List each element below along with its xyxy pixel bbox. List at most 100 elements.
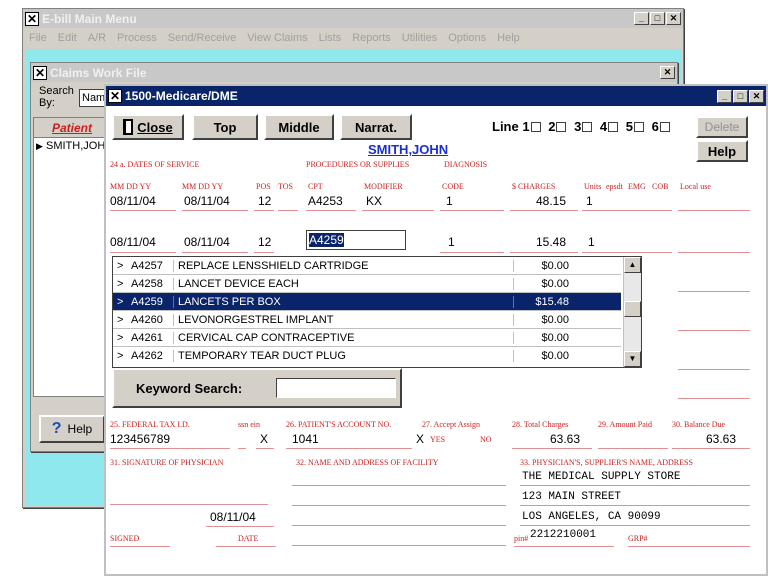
yes-mark[interactable]: X [416,432,424,446]
scroll-down-icon[interactable]: ▼ [624,351,641,367]
line1-charges[interactable]: 48.15 [536,194,566,208]
dropdown-item[interactable]: > A4257 REPLACE LENSSHIELD CARTRIDGE $0.… [113,257,621,275]
claims-titlebar[interactable]: ✕ Claims Work File ✕ [31,63,677,82]
delete-button[interactable]: Delete [696,116,748,138]
cpt-label: CPT [308,182,323,191]
line1-modifier[interactable]: KX [366,194,382,208]
ssn-ein-label: ssn ein [238,420,260,429]
maximize-icon[interactable]: □ [733,89,748,103]
top-button[interactable]: Top [192,114,258,140]
grp-label: GRP# [628,534,648,543]
to-date-label: MM DD YY [182,182,224,191]
menu-edit[interactable]: Edit [58,32,77,44]
menu-utilities[interactable]: Utilities [402,32,437,44]
close-icon[interactable]: ✕ [660,66,675,79]
middle-button[interactable]: Middle [264,114,334,140]
menu-process[interactable]: Process [117,32,157,44]
app-icon: ✕ [108,89,122,103]
cpt-input[interactable]: A4259 [306,230,406,250]
main-titlebar[interactable]: ✕ E-bill Main Menu _ □ ✕ [23,9,683,28]
dropdown-arrow-icon: > [117,331,124,344]
dates-of-service-label: 24 a. DATES OF SERVICE [110,160,200,169]
line-2-checkbox[interactable] [556,122,567,132]
keyword-search-label: Keyword Search: [136,381,243,396]
help-button[interactable]: Help [696,140,748,162]
dropdown-item-selected[interactable]: > A4259 LANCETS PER BOX $15.48 [113,293,621,311]
cpt-dropdown[interactable]: > A4257 REPLACE LENSSHIELD CARTRIDGE $0.… [112,256,642,368]
account-no-field[interactable]: 1041 [292,432,319,446]
keyword-search-panel: Keyword Search: [112,368,402,408]
scroll-thumb[interactable] [624,301,641,317]
line2-to-date[interactable]: 08/11/04 [184,235,230,249]
supplier-line-3[interactable]: LOS ANGELES, CA 90099 [522,511,661,523]
menu-lists[interactable]: Lists [319,32,342,44]
line2-units[interactable]: 1 [588,235,595,249]
close-button[interactable]: Close [112,114,184,140]
line2-from-date[interactable]: 08/11/04 [110,235,156,249]
line2-code[interactable]: 1 [448,235,455,249]
sign-date-field[interactable]: 08/11/04 [210,510,256,524]
app-icon: ✕ [25,11,39,26]
line1-to-date[interactable]: 08/11/04 [184,194,230,208]
form-titlebar[interactable]: ✕ 1500-Medicare/DME _ □ ✕ [106,86,766,106]
line1-from-date[interactable]: 08/11/04 [110,194,156,208]
patient-name-cell: SMITH,JOH [46,140,106,152]
dropdown-item[interactable]: > A4262 TEMPORARY TEAR DUCT PLUG $0.00 [113,347,621,365]
main-title: E-bill Main Menu [42,11,137,26]
search-by-select[interactable]: Nam [79,89,105,107]
menu-reports[interactable]: Reports [352,32,391,44]
patient-list: Patient ▶ SMITH,JOH [33,117,107,397]
menu-options[interactable]: Options [448,32,486,44]
menu-help[interactable]: Help [497,32,520,44]
pin-field[interactable]: 2212210001 [530,529,596,541]
line2-charges[interactable]: 15.48 [536,235,566,249]
amount-paid-label: 29. Amount Paid [598,420,653,429]
line1-cpt[interactable]: A4253 [308,194,343,208]
scroll-up-icon[interactable]: ▲ [624,257,641,273]
line1-pos[interactable]: 12 [258,194,271,208]
dropdown-item[interactable]: > A4260 LEVONORGESTREL IMPLANT $0.00 [113,311,621,329]
line-6-checkbox[interactable] [659,122,670,132]
help-button[interactable]: ? Help [39,415,105,443]
total-charges-field[interactable]: 63.63 [550,432,580,446]
cob-label: COB [652,182,669,191]
no-label: NO [480,435,492,444]
keyword-search-input[interactable] [276,378,396,398]
line-1-checkbox[interactable] [530,122,541,132]
patient-row[interactable]: ▶ SMITH,JOH [34,138,106,154]
line-label: Line 1 [492,119,530,134]
minimize-icon[interactable]: _ [634,12,649,25]
line-4-checkbox[interactable] [608,122,619,132]
ein-mark[interactable]: X [260,432,268,446]
emg-label: EMG [628,182,646,191]
menu-view-claims[interactable]: View Claims [247,32,307,44]
dropdown-item[interactable]: > A4261 CERVICAL CAP CONTRACEPTIVE $0.00 [113,329,621,347]
line2-pos[interactable]: 12 [258,235,271,249]
close-icon[interactable]: ✕ [666,12,681,25]
dropdown-scrollbar[interactable]: ▲ ▼ [623,257,641,367]
line-5-checkbox[interactable] [634,122,645,132]
menu-ar[interactable]: A/R [88,32,106,44]
claims-title: Claims Work File [50,65,147,80]
minimize-icon[interactable]: _ [717,89,732,103]
menu-file[interactable]: File [29,32,47,44]
dropdown-item[interactable]: > A4258 LANCET DEVICE EACH $0.00 [113,275,621,293]
tax-id-field[interactable]: 123456789 [110,432,170,446]
supplier-line-2[interactable]: 123 MAIN STREET [522,491,621,503]
diagnosis-label: DIAGNOSIS [444,160,488,169]
line1-units[interactable]: 1 [586,194,593,208]
door-icon [123,119,134,135]
line-3-checkbox[interactable] [582,122,593,132]
help-question-icon: ? [51,420,62,437]
close-icon[interactable]: ✕ [749,89,764,103]
supplier-line-1[interactable]: THE MEDICAL SUPPLY STORE [522,471,680,483]
line1-code[interactable]: 1 [446,194,453,208]
menu-send-receive[interactable]: Send/Receive [168,32,237,44]
line-3-label: 3 [574,119,582,134]
balance-due-field[interactable]: 63.63 [706,432,736,446]
total-charges-label: 28. Total Charges [512,420,569,429]
maximize-icon[interactable]: □ [650,12,665,25]
patient-header[interactable]: Patient [34,118,106,138]
from-date-label: MM DD YY [110,182,152,191]
narrat-button[interactable]: Narrat. [340,114,412,140]
